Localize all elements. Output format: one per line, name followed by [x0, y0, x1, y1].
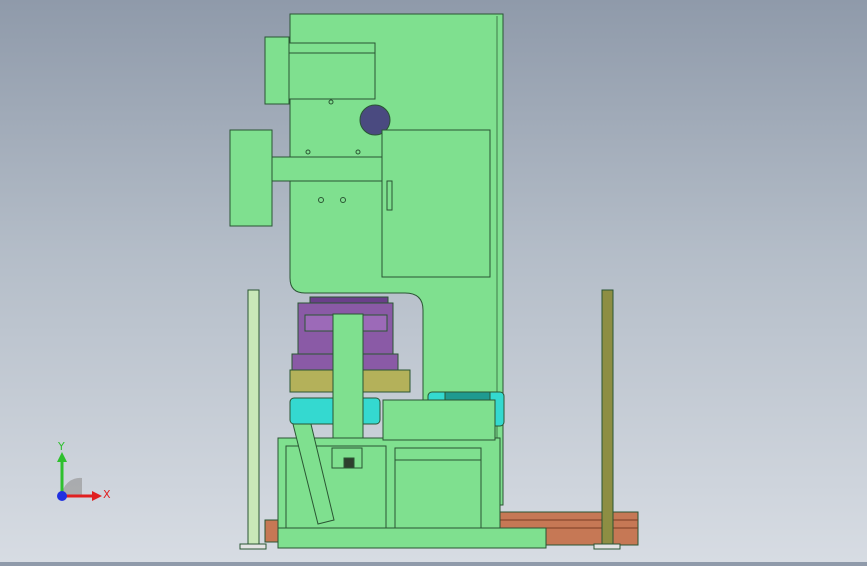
y-axis-label: Y: [58, 440, 65, 453]
side-motor-arm: [271, 156, 385, 182]
y-axis-arrow: [57, 452, 67, 462]
top-motor-block: [264, 36, 290, 105]
x-axis-arrow: [92, 491, 102, 501]
side-motor-block: [229, 129, 273, 227]
z-axis-dot: [57, 491, 67, 501]
feeder-foot-left: [277, 527, 547, 549]
model-drawing: [229, 13, 639, 550]
right-post: [601, 289, 614, 549]
control-door: [381, 129, 491, 278]
cad-viewport[interactable]: [0, 0, 867, 562]
door-handle: [386, 180, 393, 211]
left-post: [247, 289, 260, 549]
axis-triad: Y X: [40, 438, 120, 508]
vertical-strap: [332, 313, 364, 439]
feeder-body: [382, 399, 496, 441]
x-axis-label: X: [103, 488, 111, 501]
top-crank-housing: [288, 42, 376, 100]
